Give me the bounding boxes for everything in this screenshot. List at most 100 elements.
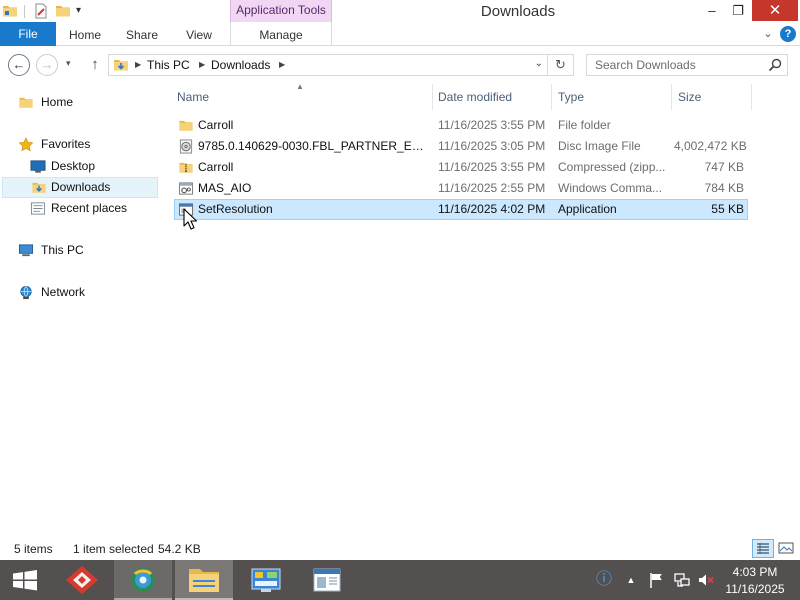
file-date-modified: 11/16/2025 4:02 PM: [438, 202, 546, 216]
large-icons-view-button[interactable]: [776, 539, 796, 558]
mouse-cursor-icon: [183, 208, 197, 230]
file-name: 9785.0.140629-0030.FBL_PARTNER_EEAP_...: [198, 139, 430, 153]
file-name: MAS_AIO: [198, 181, 252, 195]
taskbar-app-1[interactable]: [53, 560, 111, 600]
expand-ribbon-button[interactable]: ⌄: [760, 24, 776, 44]
details-view-icon: [757, 543, 769, 554]
address-history-dropdown[interactable]: ⌄: [535, 58, 543, 69]
file-name: Carroll: [198, 118, 234, 132]
file-date-modified: 11/16/2025 2:55 PM: [438, 181, 546, 195]
desktop-icon: [30, 160, 46, 173]
column-header-size[interactable]: Size: [669, 84, 749, 110]
file-row-carroll-zip[interactable]: Carroll 11/16/2025 3:55 PM Compressed (z…: [174, 157, 748, 178]
maximize-button[interactable]: ❐: [726, 0, 750, 21]
column-header-date-modified[interactable]: Date modified: [429, 84, 549, 110]
title-bar: ▾ Application Tools Downloads – ❐ ✕: [0, 0, 800, 22]
search-box[interactable]: [586, 54, 788, 76]
status-bar: 5 items 1 item selected 54.2 KB: [0, 536, 800, 560]
sidebar-item-recent-places[interactable]: Recent places: [0, 198, 158, 219]
search-input[interactable]: [587, 55, 767, 75]
file-row-mas-aio[interactable]: MAS_AIO 11/16/2025 2:55 PM Windows Comma…: [174, 178, 748, 199]
info-icon[interactable]: ⓘ: [596, 572, 612, 588]
windows-logo-icon: [13, 570, 37, 591]
properties-icon[interactable]: [33, 3, 49, 19]
taskbar-app-window[interactable]: [298, 560, 356, 600]
application-tools-label: Application Tools: [230, 0, 332, 22]
breadcrumb-this-pc[interactable]: This PC: [147, 58, 190, 72]
breadcrumb-downloads[interactable]: Downloads: [211, 58, 270, 72]
taskbar-app-file-explorer[interactable]: [175, 560, 233, 600]
file-row-carroll-folder[interactable]: Carroll 11/16/2025 3:55 PM File folder: [174, 115, 748, 136]
clock-time[interactable]: 4:03 PM: [724, 565, 786, 579]
taskbar: ⓘ ▲ 4:03 PM 11/16/2025: [0, 560, 800, 600]
navigation-bar: ← → ▾ ↑ ▶ This PC ▶ Downloads ▶ ⌄ ↻: [0, 46, 800, 84]
folder-icon[interactable]: [2, 3, 18, 19]
new-folder-icon[interactable]: [55, 3, 71, 19]
column-header-type[interactable]: Type: [549, 84, 669, 110]
address-bar[interactable]: ▶ This PC ▶ Downloads ▶ ⌄: [108, 54, 548, 76]
tab-view[interactable]: View: [176, 22, 222, 46]
file-name: SetResolution: [198, 202, 273, 216]
network-tray-icon[interactable]: [674, 572, 690, 588]
quick-access-dropdown[interactable]: ▾: [76, 4, 86, 18]
tab-manage[interactable]: Manage: [230, 22, 332, 46]
minimize-button[interactable]: –: [700, 0, 724, 21]
details-view-button[interactable]: [752, 539, 774, 558]
tab-file[interactable]: File: [0, 22, 56, 46]
forward-button[interactable]: →: [36, 54, 58, 76]
sidebar-item-label: Home: [41, 95, 74, 109]
sidebar-item-label: Downloads: [51, 180, 111, 194]
quick-access-separator: [24, 5, 25, 18]
show-hidden-icons-icon[interactable]: ▲: [624, 572, 638, 588]
volume-muted-icon[interactable]: [698, 572, 714, 588]
red-app-icon: [66, 566, 98, 594]
file-row-setresolution[interactable]: SetResolution 11/16/2025 4:02 PM Applica…: [174, 199, 748, 220]
file-size: 55 KB: [711, 202, 744, 216]
file-date-modified: 11/16/2025 3:55 PM: [438, 118, 546, 132]
sidebar-item-favorites[interactable]: Favorites: [0, 134, 158, 155]
sidebar-item-network[interactable]: Network: [0, 282, 158, 303]
sidebar-item-this-pc[interactable]: This PC: [0, 240, 158, 261]
recent-locations-dropdown[interactable]: ▾: [66, 58, 78, 72]
sidebar-item-label: Desktop: [51, 159, 96, 173]
taskbar-app-control-panel[interactable]: [237, 560, 295, 600]
tab-share[interactable]: Share: [116, 22, 168, 46]
control-panel-icon: [251, 568, 281, 592]
file-size: 784 KB: [704, 181, 744, 195]
browser-globe-icon: [131, 568, 155, 592]
column-divider[interactable]: [751, 84, 752, 110]
clock-date[interactable]: 11/16/2025: [724, 582, 786, 596]
zip-folder-icon: [179, 162, 193, 173]
column-header-row: ▲ Name Date modified Type Size: [168, 82, 800, 110]
taskbar-app-browser[interactable]: [114, 560, 172, 600]
back-button[interactable]: ←: [8, 54, 30, 76]
tab-home[interactable]: Home: [60, 22, 110, 46]
close-button[interactable]: ✕: [752, 0, 798, 21]
up-button[interactable]: ↑: [86, 55, 104, 75]
breadcrumb-separator[interactable]: ▶: [135, 58, 141, 72]
search-icon[interactable]: [767, 57, 783, 73]
sidebar-item-desktop[interactable]: Desktop: [0, 156, 158, 177]
sidebar-item-label: Network: [41, 285, 86, 299]
sidebar-item-home[interactable]: Home: [0, 92, 158, 113]
file-row-disc-image[interactable]: 9785.0.140629-0030.FBL_PARTNER_EEAP_... …: [174, 136, 748, 157]
refresh-button[interactable]: ↻: [548, 54, 574, 76]
sidebar-item-label: This PC: [41, 243, 84, 257]
item-count: 5 items: [14, 542, 53, 556]
file-type: Windows Comma...: [558, 181, 663, 195]
file-list: ▲ Name Date modified Type Size Carroll 1…: [168, 82, 800, 536]
file-type: Application: [558, 202, 617, 216]
file-size: 747 KB: [704, 160, 744, 174]
star-icon: [18, 137, 34, 152]
app-window-icon: [313, 568, 341, 592]
breadcrumb-separator[interactable]: ▶: [279, 58, 285, 72]
file-size: 4,002,472 KB: [674, 139, 747, 153]
help-icon[interactable]: ?: [780, 26, 796, 42]
breadcrumb-separator[interactable]: ▶: [199, 58, 205, 72]
start-button[interactable]: [0, 560, 50, 600]
column-header-name[interactable]: Name: [168, 84, 432, 110]
sidebar-item-label: Favorites: [41, 137, 91, 151]
sidebar-item-downloads[interactable]: Downloads: [2, 177, 158, 198]
file-type: Disc Image File: [558, 139, 641, 153]
action-center-flag-icon[interactable]: [648, 572, 664, 588]
